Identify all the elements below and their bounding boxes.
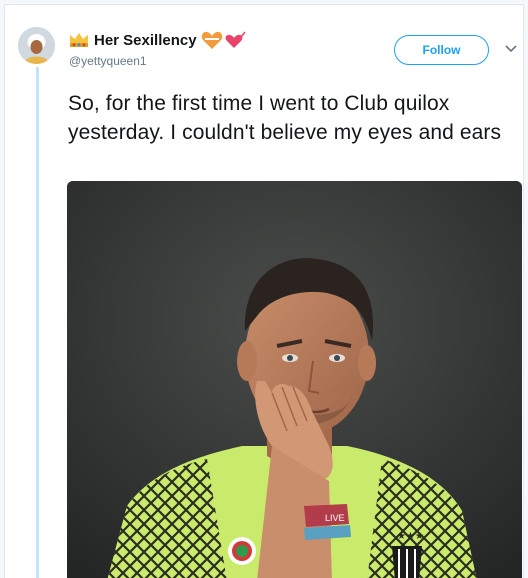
hearts-emoji-icon [201, 31, 246, 49]
author-handle[interactable]: @yettyqueen1 [69, 54, 147, 68]
author-display-name[interactable]: Her Sexillency [94, 32, 197, 49]
tweet-card: Her Sexillency @yettyqueen1 Follow So, f… [4, 4, 524, 578]
avatar-image [18, 27, 55, 64]
crown-emoji-icon [70, 33, 88, 47]
chevron-down-icon[interactable] [504, 44, 518, 54]
follow-button[interactable]: Follow [394, 35, 489, 65]
thread-line [36, 67, 39, 578]
tweet-photo[interactable]: LIVE ★★★ [67, 181, 522, 578]
author-name-row[interactable]: Her Sexillency [68, 29, 247, 51]
avatar[interactable] [18, 27, 55, 64]
svg-text:★★★: ★★★ [397, 531, 424, 542]
photo-image: LIVE ★★★ [67, 181, 522, 578]
wristband-text: LIVE [325, 513, 345, 523]
tweet-text: So, for the first time I went to Club qu… [68, 92, 502, 144]
